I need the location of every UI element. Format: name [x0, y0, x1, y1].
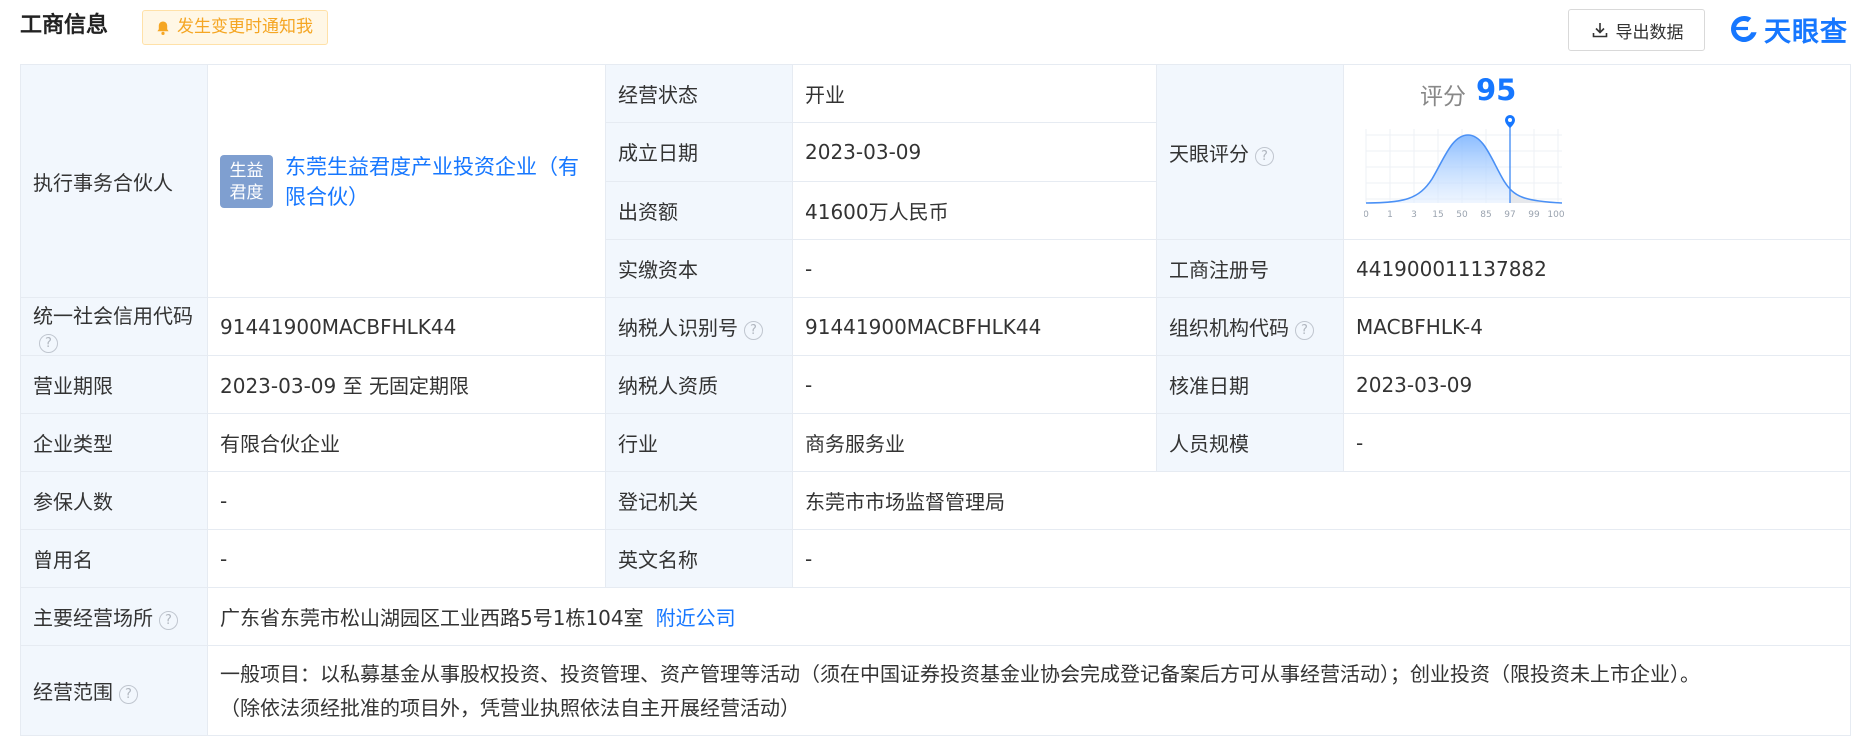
founded-label: 成立日期: [605, 122, 793, 182]
partner-avatar[interactable]: 生益 君度: [220, 154, 273, 208]
help-icon[interactable]: ?: [39, 334, 58, 353]
capital-label: 出资额: [605, 180, 793, 241]
reg-no-value: 441900011137882: [1343, 239, 1851, 298]
tianyan-score-label-cell: 天眼评分?: [1156, 64, 1344, 240]
paid-capital-label: 实缴资本: [605, 239, 793, 298]
axis-ticks: 0 1 3 15 50 85 97 99 100: [1364, 210, 1564, 220]
company-type-label: 企业类型: [20, 413, 208, 472]
header: 工商信息 发生变更时通知我 导出数据 天眼查: [0, 0, 1863, 55]
address-value: 广东省东莞市松山湖园区工业西路5号1栋104室: [220, 606, 644, 630]
partner-name-link[interactable]: 东莞生益君度产业投资企业（有限合伙）: [285, 151, 593, 211]
partner-label: 执行事务合伙人: [20, 64, 208, 298]
insured-label: 参保人数: [20, 471, 208, 530]
reg-authority-label: 登记机关: [605, 471, 793, 530]
download-icon: [1592, 23, 1607, 38]
credit-code-label: 统一社会信用代码: [33, 304, 193, 328]
taxpayer-id-label: 纳税人识别号: [618, 316, 738, 340]
tianyan-score-label: 天眼评分: [1169, 141, 1249, 166]
tick-label: 85: [1480, 210, 1491, 220]
scope-cell: 一般项目：以私募基金从事股权投资、投资管理、资产管理等活动（须在中国证券投资基金…: [207, 645, 1851, 736]
tick-label: 3: [1411, 210, 1417, 220]
staff-size-value: -: [1343, 413, 1851, 472]
partner-cell: 生益 君度 东莞生益君度产业投资企业（有限合伙）: [207, 64, 606, 298]
address-label-cell: 主要经营场所?: [20, 587, 208, 646]
taxpayer-qual-value: -: [792, 355, 1157, 414]
approve-date-value: 2023-03-09: [1343, 355, 1851, 414]
tick-label: 99: [1528, 210, 1540, 220]
term-label: 营业期限: [20, 355, 208, 414]
approve-date-label: 核准日期: [1156, 355, 1344, 414]
nearby-companies-link[interactable]: 附近公司: [656, 606, 736, 630]
tick-label: 0: [1364, 210, 1369, 220]
brand-logo[interactable]: 天眼查: [1728, 9, 1848, 49]
scope-label-cell: 经营范围?: [20, 645, 208, 736]
org-code-label-cell: 组织机构代码?: [1156, 297, 1344, 356]
notify-label: 发生变更时通知我: [177, 17, 313, 37]
english-name-label: 英文名称: [605, 529, 793, 588]
former-name-label: 曾用名: [20, 529, 208, 588]
help-icon[interactable]: ?: [1255, 146, 1274, 166]
export-label: 导出数据: [1615, 22, 1684, 43]
address-label: 主要经营场所: [33, 606, 153, 630]
taxpayer-id-value: 91441900MACBFHLK44: [792, 297, 1157, 356]
founded-value: 2023-03-09: [792, 122, 1157, 182]
taxpayer-qual-label: 纳税人资质: [605, 355, 793, 414]
address-cell: 广东省东莞市松山湖园区工业西路5号1栋104室 附近公司: [207, 587, 1851, 646]
paid-capital-value: -: [792, 239, 1157, 298]
scope-line-2: （除依法须经批准的项目外，凭营业执照依法自主开展经营活动）: [220, 695, 800, 720]
credit-code-value: 91441900MACBFHLK44: [207, 297, 606, 356]
brand-name: 天眼查: [1764, 16, 1848, 48]
notify-change-button[interactable]: 发生变更时通知我: [142, 10, 328, 45]
org-code-value: MACBFHLK-4: [1343, 297, 1851, 356]
score-value: 95: [1476, 73, 1517, 107]
org-code-label: 组织机构代码: [1169, 316, 1289, 340]
distribution-area: [1366, 135, 1562, 203]
page-title: 工商信息: [20, 13, 109, 38]
reg-no-label: 工商注册号: [1156, 239, 1344, 298]
score-label: 评分: [1420, 84, 1466, 110]
bell-icon: [157, 21, 169, 35]
business-info-table: 执行事务合伙人 生益 君度 东莞生益君度产业投资企业（有限合伙） 经营状态 开业…: [20, 63, 1851, 736]
score-distribution-chart: 0 1 3 15 50 85 97 99 100: [1364, 115, 1564, 220]
status-label: 经营状态: [605, 63, 793, 124]
status-value: 开业: [792, 63, 1157, 124]
reg-authority-value: 东莞市市场监督管理局: [792, 471, 1851, 530]
term-value: 2023-03-09 至 无固定期限: [207, 355, 606, 414]
tick-label: 1: [1387, 210, 1393, 220]
english-name-value: -: [792, 529, 1851, 588]
scope-label: 经营范围: [33, 680, 113, 704]
tick-label: 50: [1456, 210, 1468, 220]
industry-value: 商务服务业: [792, 413, 1157, 472]
help-icon[interactable]: ?: [119, 685, 138, 704]
tick-label: 100: [1547, 210, 1564, 220]
industry-label: 行业: [605, 413, 793, 472]
tianyan-score-cell[interactable]: 评分 95 0 1 3 15 50 85 97 99 100: [1343, 64, 1851, 240]
scope-line-1: 一般项目：以私募基金从事股权投资、投资管理、资产管理等活动（须在中国证券投资基金…: [220, 661, 1700, 686]
tick-label: 97: [1504, 210, 1515, 220]
staff-size-label: 人员规模: [1156, 413, 1344, 472]
tianyancha-logo-icon: [1731, 15, 1757, 42]
help-icon[interactable]: ?: [1295, 321, 1314, 340]
help-icon[interactable]: ?: [159, 611, 178, 630]
former-name-value: -: [207, 529, 606, 588]
tick-label: 15: [1432, 210, 1443, 220]
export-data-button[interactable]: 导出数据: [1568, 9, 1705, 51]
taxpayer-id-label-cell: 纳税人识别号?: [605, 297, 793, 356]
insured-value: -: [207, 471, 606, 530]
company-type-value: 有限合伙企业: [207, 413, 606, 472]
help-icon[interactable]: ?: [744, 321, 763, 340]
credit-code-label-cell: 统一社会信用代码?: [20, 297, 208, 356]
capital-value: 41600万人民币: [792, 180, 1157, 241]
